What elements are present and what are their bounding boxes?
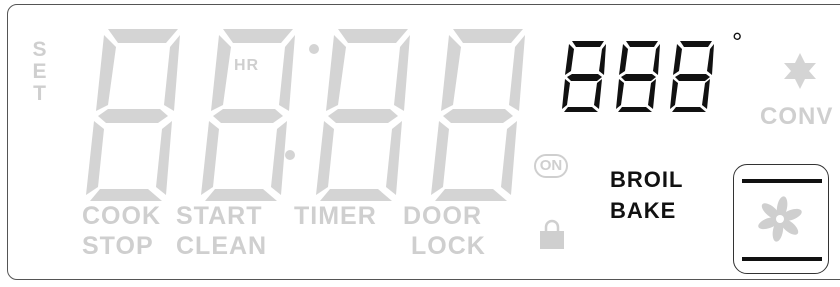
clock-digit-4 bbox=[431, 29, 525, 201]
broil-label: BROIL bbox=[610, 167, 684, 192]
lock-label: LOCK bbox=[411, 232, 486, 260]
bottom-bar bbox=[742, 257, 822, 261]
start-label: START bbox=[176, 202, 263, 230]
bake-label: BAKE bbox=[610, 198, 677, 223]
set-letter-s: S bbox=[32, 38, 48, 61]
clock-digit-3 bbox=[316, 29, 410, 201]
temp-digit-3 bbox=[670, 41, 714, 112]
clean-label: CLEAN bbox=[176, 232, 268, 260]
clock-colon-bottom bbox=[285, 150, 295, 160]
set-label: S E T bbox=[30, 39, 50, 105]
cook-label: COOK bbox=[82, 202, 161, 230]
set-letter-t: T bbox=[33, 82, 47, 105]
fan-icon bbox=[758, 196, 802, 242]
temperature-display bbox=[562, 41, 714, 112]
temp-digit-1 bbox=[562, 41, 606, 112]
top-bar bbox=[742, 179, 822, 183]
star-icon bbox=[784, 53, 816, 89]
on-indicator: ON bbox=[534, 154, 568, 178]
stop-label: STOP bbox=[82, 232, 154, 260]
clock-digit-1 bbox=[86, 29, 180, 201]
clock-digit-2 bbox=[201, 29, 295, 201]
oven-control-panel: S E T HR ° CONV COOK STOP START CLEAN TI… bbox=[7, 4, 840, 280]
door-label: DOOR bbox=[403, 202, 482, 230]
degree-symbol: ° bbox=[732, 27, 744, 57]
temp-digit-2 bbox=[616, 41, 660, 112]
conv-label: CONV bbox=[760, 103, 834, 130]
hr-label: HR bbox=[234, 57, 260, 74]
clock-display bbox=[86, 29, 525, 201]
fan-mode-indicator bbox=[733, 164, 829, 274]
padlock-icon bbox=[540, 219, 564, 249]
clock-colon-top bbox=[309, 44, 319, 54]
timer-label: TIMER bbox=[294, 202, 377, 230]
set-letter-e: E bbox=[32, 60, 48, 83]
